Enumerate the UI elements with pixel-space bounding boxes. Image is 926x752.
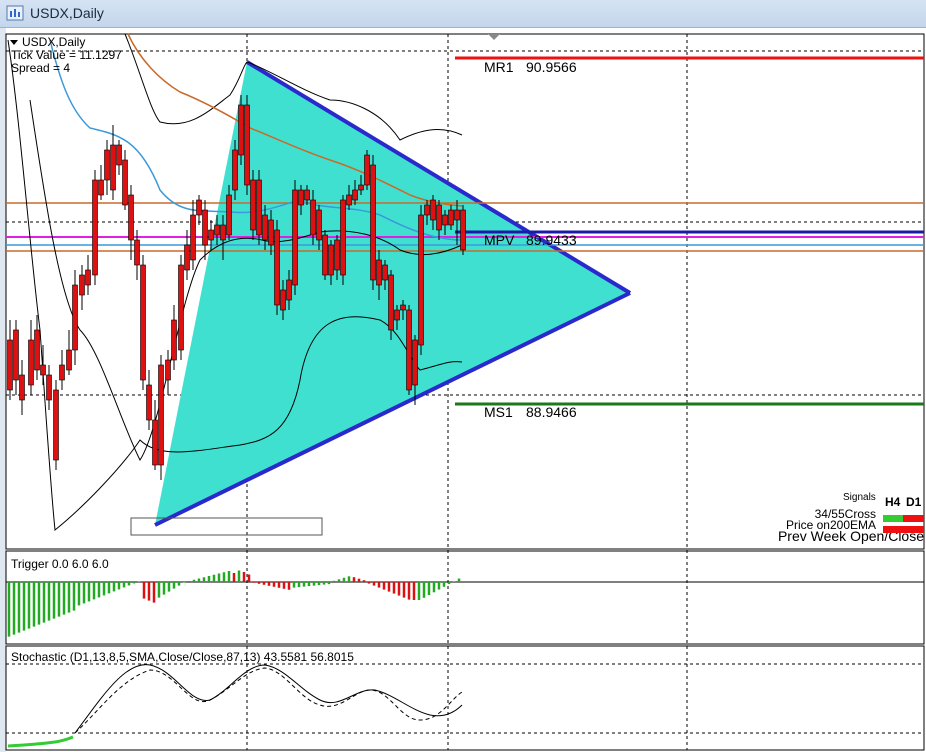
- ms1-name: MS1: [484, 404, 513, 420]
- candle-body: [220, 224, 226, 241]
- candle-body: [152, 419, 158, 466]
- candle-body: [46, 374, 52, 401]
- candle-body: [232, 149, 238, 191]
- mr1-name: MR1: [484, 59, 514, 75]
- signals-col-h4: H4: [885, 495, 901, 509]
- candle-body: [7, 339, 13, 391]
- symbol-label: USDX,Daily: [22, 35, 85, 49]
- candle-body: [388, 274, 394, 331]
- trigger-label: Trigger 0.0 6.0 6.0: [11, 557, 109, 571]
- candle-body: [190, 214, 196, 261]
- candle-body: [442, 214, 448, 226]
- candle-body: [134, 239, 140, 266]
- mpv-value: 89.9433: [526, 232, 577, 248]
- candle-body: [238, 104, 244, 156]
- candle-body: [158, 364, 164, 466]
- candle-body: [165, 359, 171, 381]
- candle-body: [184, 244, 190, 271]
- candle-body: [128, 194, 134, 241]
- candle-body: [412, 339, 418, 386]
- candle-body: [358, 184, 364, 191]
- candle-body: [460, 209, 466, 251]
- candle-body: [214, 224, 220, 236]
- candle-body: [34, 329, 40, 371]
- candle-body: [436, 204, 442, 231]
- signals-title: Signals: [843, 492, 876, 503]
- signal-d1-cross-indicator: [903, 515, 924, 522]
- candle-body: [250, 179, 256, 231]
- candle-body: [13, 329, 19, 381]
- tick-value-label: Tick Value = 11.1297: [11, 48, 122, 62]
- candle-body: [72, 284, 78, 351]
- candle-body: [292, 189, 298, 286]
- candle-body: [454, 209, 460, 221]
- candle-body: [448, 209, 454, 226]
- candle-body: [430, 199, 436, 221]
- candle-body: [394, 309, 400, 321]
- candle-body: [400, 304, 406, 311]
- candle-body: [19, 374, 25, 401]
- candle-body: [79, 274, 85, 296]
- candle-body: [316, 209, 322, 241]
- candle-body: [352, 189, 358, 201]
- signals-col-d1: D1: [906, 495, 922, 509]
- candle-body: [370, 164, 376, 281]
- spread-label: Spread = 4: [11, 61, 70, 75]
- candle-body: [116, 144, 122, 166]
- candle-body: [226, 194, 232, 236]
- candle-body: [328, 244, 334, 276]
- candle-body: [340, 199, 346, 276]
- candle-body: [28, 339, 34, 386]
- candle-body: [59, 364, 65, 381]
- candle-body: [274, 229, 280, 306]
- candle-body: [406, 309, 412, 391]
- candle-body: [92, 179, 98, 276]
- candle-body: [364, 154, 370, 186]
- candle-body: [322, 234, 328, 276]
- stochastic-label: Stochastic (D1,13,8,5,SMA,Close/Close,87…: [11, 650, 354, 664]
- candle-body: [382, 264, 388, 281]
- candle-body: [256, 179, 262, 236]
- candle-body: [298, 189, 304, 206]
- chart-area[interactable]: USDX,Daily Tick Value = 11.1297 Spread =…: [0, 0, 926, 752]
- candle-body: [98, 179, 104, 196]
- mr1-value: 90.9566: [526, 59, 577, 75]
- candle-body: [418, 214, 424, 346]
- signal-h4-cross-indicator: [883, 515, 903, 522]
- ms1-value: 88.9466: [526, 404, 577, 420]
- candle-body: [146, 384, 152, 421]
- candle-body: [178, 264, 184, 351]
- candle-body: [40, 364, 46, 376]
- candle-body: [286, 279, 292, 301]
- candle-body: [262, 214, 268, 241]
- candle-body: [110, 144, 116, 191]
- candle-body: [53, 389, 59, 461]
- candle-body: [208, 229, 214, 241]
- candle-body: [171, 319, 177, 361]
- mpv-name: MPV: [484, 232, 515, 248]
- candle-body: [66, 349, 72, 371]
- candle-body: [280, 289, 286, 311]
- candle-body: [424, 204, 430, 216]
- signal-200ema-indicator: [883, 526, 924, 533]
- candle-body: [140, 264, 146, 381]
- candle-body: [334, 239, 340, 271]
- candle-body: [310, 199, 316, 236]
- candle-body: [85, 269, 91, 286]
- candle-body: [202, 209, 208, 246]
- candle-body: [196, 199, 202, 216]
- candle-body: [104, 149, 110, 181]
- candle-body: [268, 219, 274, 246]
- candle-body: [376, 259, 382, 286]
- candle-body: [304, 189, 310, 201]
- candle-body: [346, 194, 352, 206]
- candle-body: [122, 159, 128, 206]
- candle-body: [244, 104, 250, 186]
